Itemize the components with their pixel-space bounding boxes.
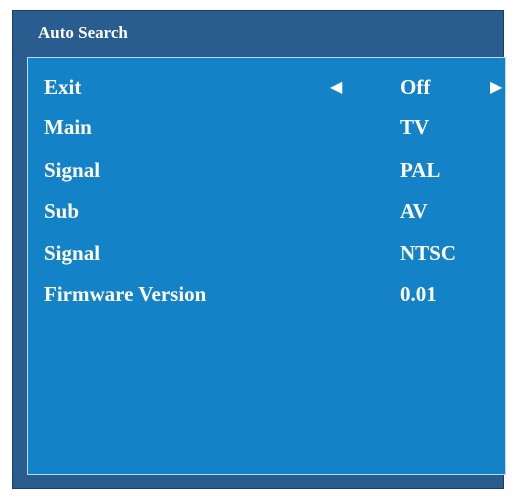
arrow-right-icon[interactable]: ▶ [490, 70, 502, 104]
menu-item-main[interactable]: Main TV [28, 110, 505, 144]
menu-item-value: 0.01 [400, 282, 437, 306]
arrow-left-icon[interactable]: ◀ [330, 70, 342, 104]
osd-window: Auto Search Exit ◀ Off ▶ Main TV Signal … [12, 10, 506, 489]
menu-item-label: Signal [44, 158, 101, 182]
menu-item-value: AV [400, 199, 428, 223]
menu-item-sub[interactable]: Sub AV [28, 194, 505, 228]
menu-item-value: NTSC [400, 241, 457, 265]
menu-item-label: Exit [44, 75, 82, 99]
menu-item-value: Off [400, 75, 431, 99]
menu-item-label: Main [44, 115, 92, 139]
window-title: Auto Search [38, 22, 128, 42]
menu-item-main-signal[interactable]: Signal PAL [28, 153, 505, 187]
menu-item-exit[interactable]: Exit ◀ Off ▶ [28, 70, 505, 104]
menu-item-firmware-version[interactable]: Firmware Version 0.01 [28, 277, 505, 311]
menu-item-value: PAL [400, 158, 441, 182]
menu-item-value: TV [400, 115, 430, 139]
menu-item-label: Firmware Version [44, 282, 207, 306]
menu-panel: Exit ◀ Off ▶ Main TV Signal PAL Sub AV S… [27, 57, 506, 475]
menu-item-sub-signal[interactable]: Signal NTSC [28, 236, 505, 270]
menu-item-label: Signal [44, 241, 101, 265]
menu-item-label: Sub [44, 199, 80, 223]
